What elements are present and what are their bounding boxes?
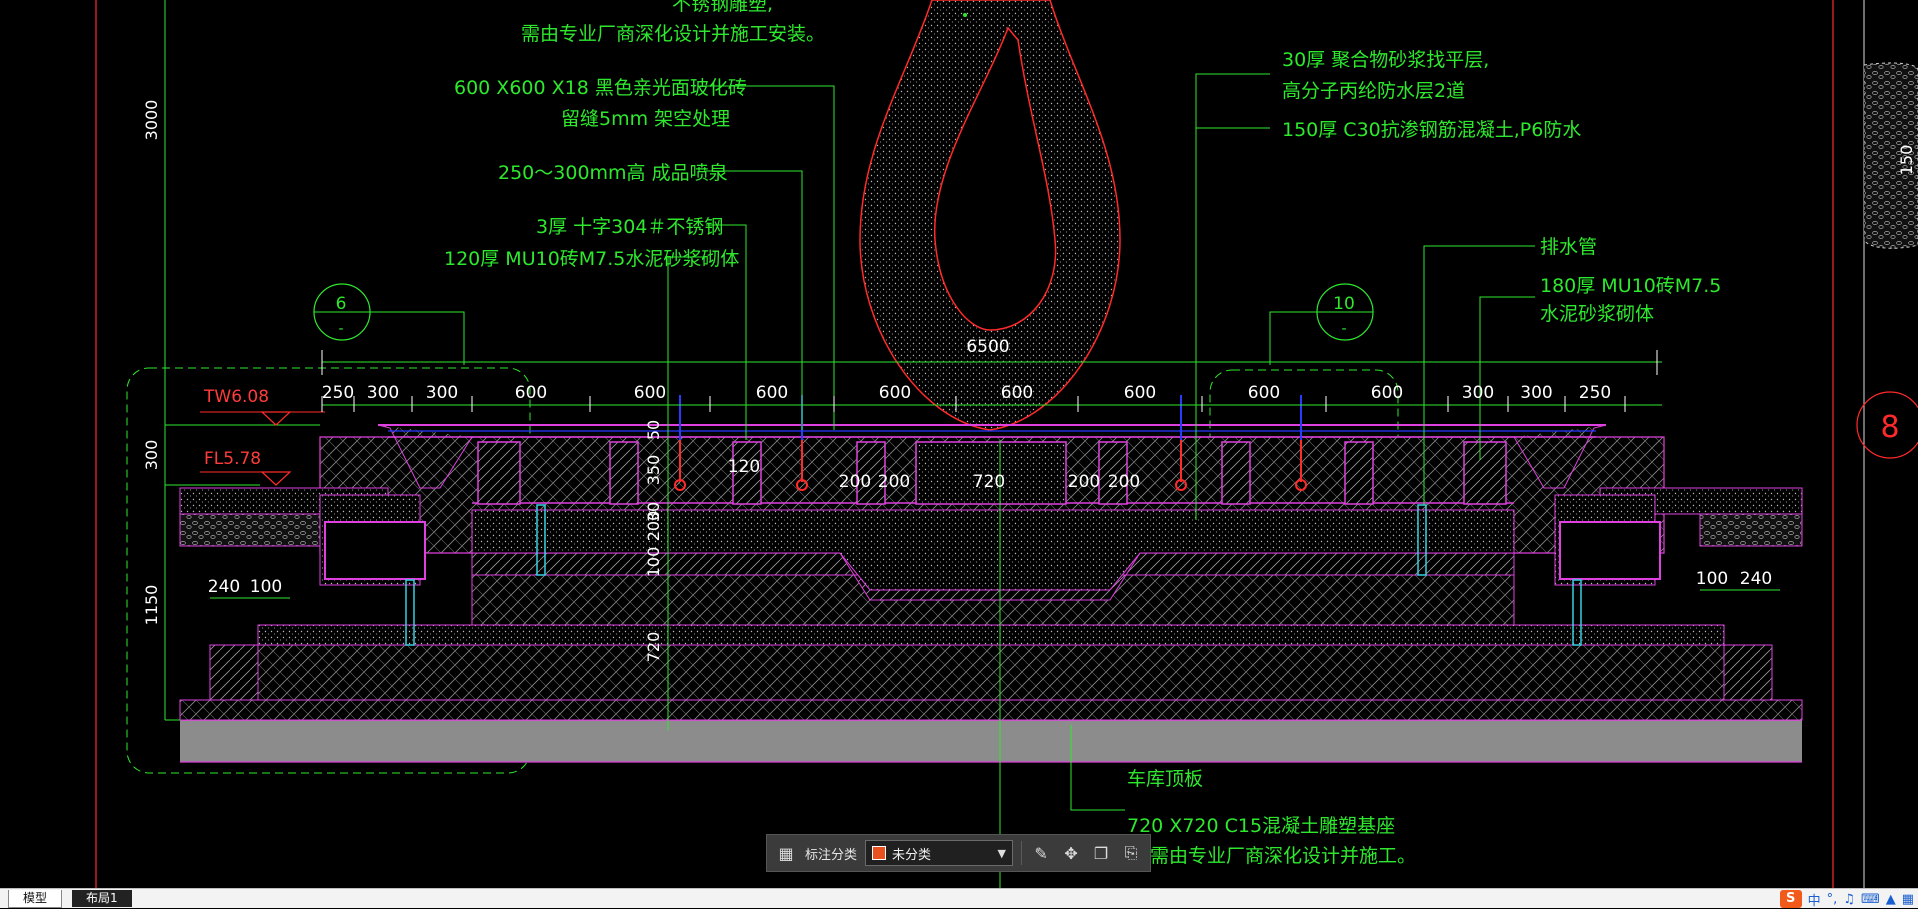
grid-icon[interactable]: ▦ bbox=[775, 842, 797, 864]
dim-vertical-1150: 1150 bbox=[142, 585, 161, 626]
label-brick-180-mortar: 水泥砂浆砌体 bbox=[1540, 303, 1654, 325]
label-garage-roof: 车库顶板 bbox=[1127, 768, 1203, 790]
move-icon[interactable]: ✥ bbox=[1060, 842, 1082, 864]
category-value: 未分类 bbox=[892, 847, 932, 863]
paste-icon[interactable]: ⎘ bbox=[1120, 842, 1142, 864]
toolbar-divider bbox=[1021, 841, 1023, 865]
keyboard-icon[interactable]: ⌨ bbox=[1861, 892, 1880, 907]
dim-top-12: 300 bbox=[1520, 383, 1552, 403]
level-fl: FL5.78 bbox=[204, 449, 261, 469]
label-mortar: 30厚 聚合物砂浆找平层, bbox=[1282, 49, 1489, 71]
callout-right-number: 10 bbox=[1333, 294, 1355, 314]
dim-inner-h-200d: 200 bbox=[1108, 472, 1140, 492]
label-brick: 120厚 MU10砖M7.5水泥砂浆砌体 bbox=[444, 248, 739, 270]
category-dropdown[interactable]: 未分类 ▼ bbox=[865, 840, 1014, 866]
dim-inner-h-200c: 200 bbox=[1068, 472, 1100, 492]
level-tw: TW6.08 bbox=[203, 387, 269, 407]
dim-top-6: 600 bbox=[879, 383, 911, 403]
annotation-category-label: 标注分类 bbox=[805, 847, 858, 863]
category-color-swatch bbox=[872, 846, 887, 860]
dim-top-0: 250 bbox=[322, 383, 354, 403]
copy-icon[interactable]: ❐ bbox=[1090, 842, 1112, 864]
dim-top-3: 600 bbox=[515, 383, 547, 403]
dim-top-1: 300 bbox=[367, 383, 399, 403]
menu-grid-icon[interactable]: ▦ bbox=[1902, 892, 1914, 907]
label-tile-gap: 留缝5mm 架空处理 bbox=[561, 108, 730, 130]
ime-logo[interactable]: S bbox=[1779, 890, 1802, 908]
label-fountain-jets: 250～300mm高 成品喷泉 bbox=[498, 162, 728, 184]
layout-tab-bar: 模型 布局1 S 中 °, ♫ ⌨ ▲ ▦ bbox=[0, 888, 1918, 909]
label-steel: 3厚 十字304＃不锈钢 bbox=[536, 216, 723, 238]
annotation-toolbar: ▦ 标注分类 未分类 ▼ ✎ ✥ ❐ ⎘ bbox=[766, 834, 1151, 872]
dim-right-100: 100 bbox=[1696, 569, 1728, 589]
sculpture-drawing bbox=[859, 0, 1121, 431]
label-brick-180: 180厚 MU10砖M7.5 bbox=[1540, 275, 1721, 297]
dim-top-8: 600 bbox=[1124, 383, 1156, 403]
label-concrete: 150厚 C30抗渗钢筋混凝土,P6防水 bbox=[1282, 119, 1581, 141]
cad-drawing-canvas[interactable]: 不锈钢雕塑, 需由专业厂商深化设计并施工安装。 600 X600 X18 黑色亲… bbox=[0, 0, 1918, 888]
edit-icon[interactable]: ✎ bbox=[1030, 842, 1052, 864]
label-base-note: 需由专业厂商深化设计并施工。 bbox=[1150, 845, 1416, 867]
tab-model[interactable]: 模型 bbox=[8, 890, 63, 908]
callout-left-number: 6 bbox=[336, 294, 347, 314]
dim-top-5: 600 bbox=[756, 383, 788, 403]
dim-inner-h-720: 720 bbox=[973, 472, 1005, 492]
dim-top-13: 250 bbox=[1579, 383, 1611, 403]
dim-inner-h-200b: 200 bbox=[878, 472, 910, 492]
dim-inner-720: 720 bbox=[644, 632, 663, 663]
label-base: 720 X720 C15混凝土雕塑基座 bbox=[1127, 815, 1395, 837]
ime-status-bar: S 中 °, ♫ ⌨ ▲ ▦ bbox=[1779, 889, 1918, 909]
dim-inner-100: 100 bbox=[644, 547, 663, 578]
dim-top-11: 300 bbox=[1462, 383, 1494, 403]
dim-inner-50: 50 bbox=[644, 420, 663, 440]
label-drain: 排水管 bbox=[1540, 236, 1597, 258]
microphone-icon[interactable]: ♫ bbox=[1843, 892, 1855, 907]
dim-top-9: 600 bbox=[1248, 383, 1280, 403]
dim-left-100: 100 bbox=[250, 577, 282, 597]
dim-top-10: 600 bbox=[1371, 383, 1403, 403]
callout-right-sub: - bbox=[1341, 321, 1346, 337]
label-sculpture: 不锈钢雕塑, bbox=[672, 0, 773, 15]
dim-inner-200: 200 bbox=[644, 511, 663, 542]
skin-icon[interactable]: ▲ bbox=[1886, 892, 1896, 907]
dim-top-7: 600 bbox=[1001, 383, 1033, 403]
punctuation-icon[interactable]: °, bbox=[1827, 892, 1838, 907]
dim-left-240: 240 bbox=[208, 577, 240, 597]
dim-overall: 6500 bbox=[966, 337, 1009, 357]
chevron-down-icon: ▼ bbox=[997, 846, 1007, 860]
dim-inner-h-120: 120 bbox=[728, 457, 760, 477]
callout-edge-number: 8 bbox=[1880, 410, 1899, 445]
label-tile: 600 X600 X18 黑色亲光面玻化砖 bbox=[454, 77, 747, 99]
callout-left-sub: - bbox=[338, 321, 343, 337]
dim-right-240: 240 bbox=[1740, 569, 1772, 589]
label-sculpture-note: 需由专业厂商深化设计并施工安装。 bbox=[521, 23, 825, 45]
ime-language-toggle[interactable]: 中 bbox=[1808, 890, 1821, 909]
dim-vertical-3000: 3000 bbox=[142, 100, 161, 141]
dim-inner-h-200a: 200 bbox=[839, 472, 871, 492]
dim-vertical-300: 300 bbox=[142, 440, 161, 471]
tab-layout-1[interactable]: 布局1 bbox=[72, 890, 132, 907]
label-waterproof: 高分子丙纶防水层2道 bbox=[1282, 80, 1465, 102]
dim-top-4: 600 bbox=[634, 383, 666, 403]
dim-right-edge-150: 150 bbox=[1897, 145, 1916, 176]
dim-inner-350: 350 bbox=[644, 455, 663, 486]
dim-top-2: 300 bbox=[426, 383, 458, 403]
